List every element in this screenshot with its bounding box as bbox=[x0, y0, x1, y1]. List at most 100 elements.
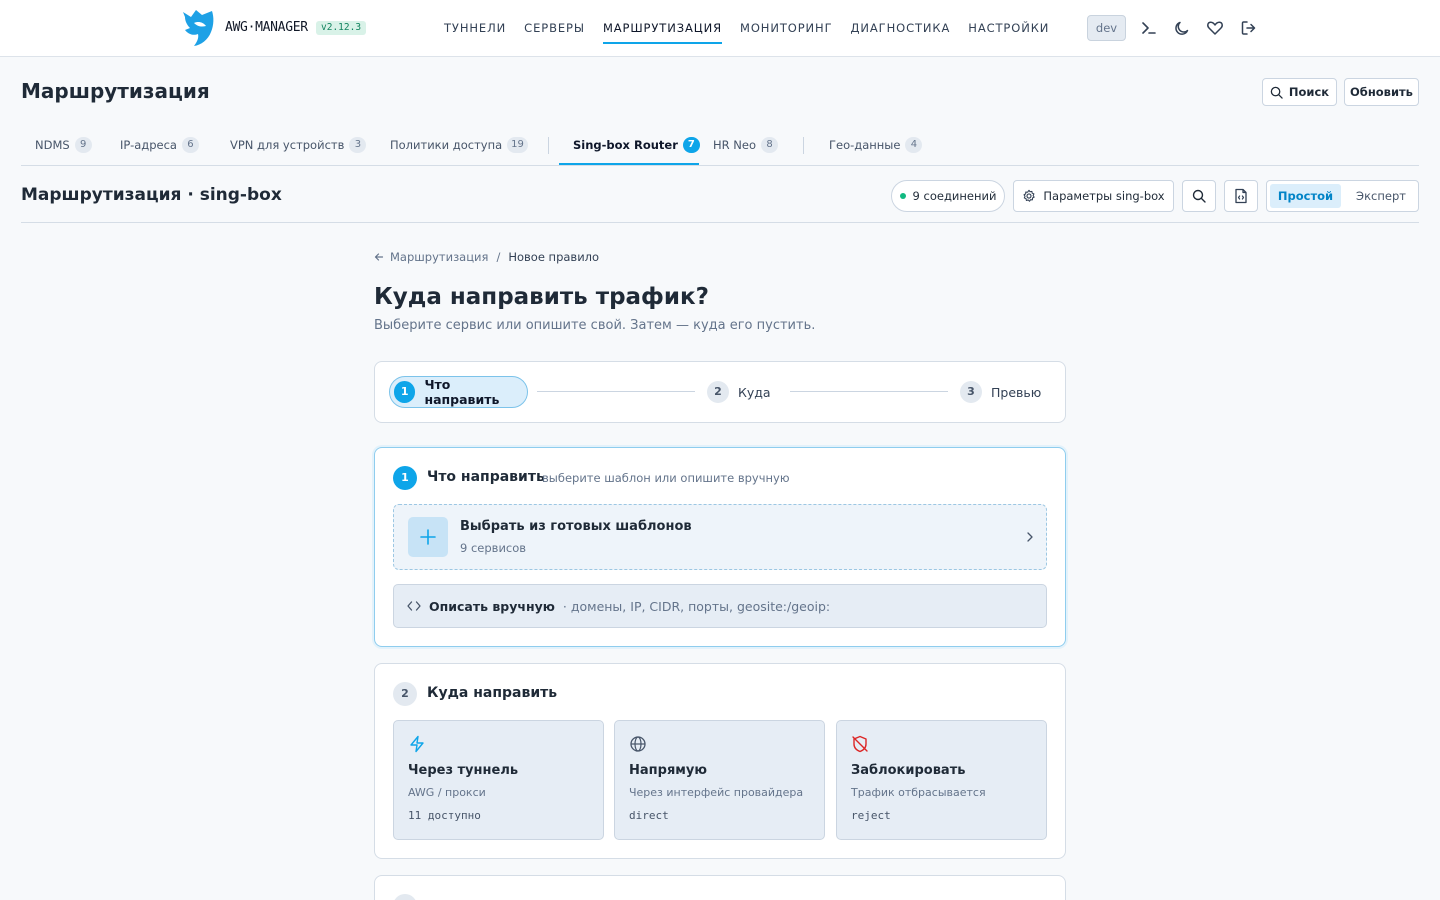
section-number bbox=[393, 894, 417, 900]
describe-manually-button[interactable]: Описать вручную · домены, IP, CIDR, порт… bbox=[393, 584, 1047, 628]
destination-code: reject bbox=[851, 809, 891, 822]
nav-monitoring[interactable]: МОНИТОРИНГ bbox=[740, 0, 833, 57]
destination-desc: AWG / прокси bbox=[408, 786, 486, 799]
breadcrumb-current: Новое правило bbox=[508, 250, 600, 264]
refresh-button-label: Обновить bbox=[1350, 85, 1413, 99]
tab-ip-addresses[interactable]: IP-адреса 6 bbox=[120, 125, 199, 165]
step-what[interactable]: 1 Что направить bbox=[389, 376, 528, 408]
tab-ndms[interactable]: NDMS 9 bbox=[35, 125, 92, 165]
tab-divider bbox=[803, 137, 804, 154]
search-button[interactable]: Поиск bbox=[1262, 78, 1337, 106]
chevron-right-icon bbox=[1027, 532, 1033, 542]
mode-expert-option[interactable]: Эксперт bbox=[1345, 184, 1417, 208]
terminal-icon[interactable] bbox=[1139, 18, 1159, 38]
destination-code: 11 доступно bbox=[408, 809, 481, 822]
routing-tabs: NDMS 9 IP-адреса 6 VPN для устройств 3 П… bbox=[21, 125, 1419, 166]
logo-icon[interactable] bbox=[181, 9, 215, 47]
heart-icon[interactable] bbox=[1205, 18, 1225, 38]
destination-code: direct bbox=[629, 809, 669, 822]
breadcrumb-back-link[interactable]: Маршрутизация bbox=[390, 250, 488, 264]
nav-routing[interactable]: МАРШРУТИЗАЦИЯ bbox=[602, 0, 723, 57]
what-section-card: 1 Что направить выберите шаблон или опиш… bbox=[374, 447, 1066, 647]
singbox-settings-button[interactable]: Параметры sing-box bbox=[1013, 180, 1174, 212]
version-badge: v2.12.3 bbox=[316, 21, 367, 35]
destination-desc: Трафик отбрасывается bbox=[851, 786, 986, 799]
tab-singbox-router[interactable]: Sing-box Router 7 bbox=[573, 125, 700, 165]
section-hint: выберите шаблон или опишите вручную bbox=[542, 471, 790, 485]
manual-label: Описать вручную bbox=[429, 598, 555, 614]
tab-label: NDMS bbox=[35, 138, 70, 152]
nav-diagnostics[interactable]: ДИАГНОСТИКА bbox=[851, 0, 951, 57]
where-section-card: 2 Куда направить Через туннель AWG / про… bbox=[374, 663, 1066, 859]
brand-name: AWG·MANAGER bbox=[225, 20, 308, 35]
step-number: 2 bbox=[707, 381, 729, 403]
template-count: 9 сервисов bbox=[460, 541, 527, 555]
destination-tunnel[interactable]: Через туннель AWG / прокси 11 доступно bbox=[393, 720, 604, 840]
wizard-subtitle: Выберите сервис или опишите свой. Затем … bbox=[374, 318, 816, 333]
config-file-button[interactable] bbox=[1224, 180, 1258, 212]
tab-divider bbox=[548, 137, 549, 154]
connections-label: 9 соединений bbox=[912, 189, 997, 203]
tab-label: HR Neo bbox=[713, 138, 757, 152]
manual-hint: · домены, IP, CIDR, порты, geosite:/geoi… bbox=[562, 598, 831, 614]
search-rules-button[interactable] bbox=[1182, 180, 1216, 212]
section-title: Куда направить bbox=[427, 685, 558, 701]
destination-direct[interactable]: Напрямую Через интерфейс провайдера dire… bbox=[614, 720, 825, 840]
tab-label: Гео-данные bbox=[829, 138, 901, 152]
tab-count: 8 bbox=[761, 137, 779, 153]
breadcrumb: Маршрутизация / Новое правило bbox=[374, 250, 599, 264]
step-label: Что направить bbox=[424, 377, 500, 407]
search-icon bbox=[1192, 189, 1206, 203]
tab-vpn-devices[interactable]: VPN для устройств 3 bbox=[230, 125, 367, 165]
mode-simple-option[interactable]: Простой bbox=[1270, 184, 1341, 208]
step-preview[interactable]: 3 Превью bbox=[960, 376, 1041, 408]
destination-title: Заблокировать bbox=[851, 763, 966, 778]
tab-label: IP-адреса bbox=[120, 138, 177, 152]
nav-settings[interactable]: НАСТРОЙКИ bbox=[968, 0, 1049, 57]
section-divider bbox=[21, 222, 1419, 223]
plus-icon bbox=[408, 517, 448, 557]
shield-off-icon bbox=[852, 735, 868, 753]
tab-count: 9 bbox=[74, 137, 92, 153]
destination-title: Напрямую bbox=[629, 763, 708, 778]
tab-count: 4 bbox=[905, 137, 923, 153]
wizard-stepper: 1 Что направить 2 Куда 3 Превью bbox=[374, 361, 1066, 423]
preview-section-card bbox=[374, 875, 1066, 900]
tab-count: 3 bbox=[349, 137, 367, 153]
step-label: Куда bbox=[738, 384, 771, 400]
zap-icon bbox=[410, 735, 424, 753]
tab-hr-neo[interactable]: HR Neo 8 bbox=[713, 125, 779, 165]
file-code-icon bbox=[1235, 188, 1247, 204]
env-badge[interactable]: dev bbox=[1087, 15, 1126, 41]
step-connector bbox=[537, 391, 695, 392]
top-bar: AWG·MANAGER v2.12.3 ТУННЕЛИ СЕРВЕРЫ МАРШ… bbox=[0, 0, 1440, 57]
breadcrumb-separator: / bbox=[496, 250, 501, 264]
singbox-settings-label: Параметры sing-box bbox=[1043, 189, 1165, 203]
destination-title: Через туннель bbox=[408, 763, 519, 778]
destination-desc: Через интерфейс провайдера bbox=[629, 786, 804, 799]
choose-template-button[interactable]: Выбрать из готовых шаблонов 9 сервисов bbox=[393, 504, 1047, 570]
tab-access-policies[interactable]: Политики доступа 19 bbox=[390, 125, 528, 165]
logout-icon[interactable] bbox=[1239, 18, 1259, 38]
page-title: Маршрутизация bbox=[21, 79, 210, 103]
step-number: 3 bbox=[960, 381, 982, 403]
arrow-left-icon[interactable] bbox=[374, 252, 384, 262]
nav-tunnels[interactable]: ТУННЕЛИ bbox=[444, 0, 506, 57]
section-title: Маршрутизация · sing-box bbox=[21, 185, 282, 205]
connections-badge[interactable]: 9 соединений bbox=[891, 180, 1005, 212]
section-number: 2 bbox=[393, 682, 417, 706]
section-number: 1 bbox=[393, 466, 417, 490]
status-dot bbox=[899, 193, 906, 199]
tab-label: Политики доступа bbox=[390, 138, 503, 152]
mode-switch: Простой Эксперт bbox=[1266, 180, 1419, 212]
refresh-button[interactable]: Обновить bbox=[1344, 78, 1419, 106]
gear-icon bbox=[1023, 189, 1036, 202]
nav-servers[interactable]: СЕРВЕРЫ bbox=[524, 0, 585, 57]
tab-count: 19 bbox=[507, 137, 528, 153]
step-where[interactable]: 2 Куда bbox=[707, 376, 771, 408]
tab-count: 6 bbox=[181, 137, 199, 153]
step-label: Превью bbox=[991, 384, 1042, 400]
tab-geo-data[interactable]: Гео-данные 4 bbox=[829, 125, 923, 165]
destination-block[interactable]: Заблокировать Трафик отбрасывается rejec… bbox=[836, 720, 1047, 840]
moon-icon[interactable] bbox=[1172, 18, 1192, 38]
